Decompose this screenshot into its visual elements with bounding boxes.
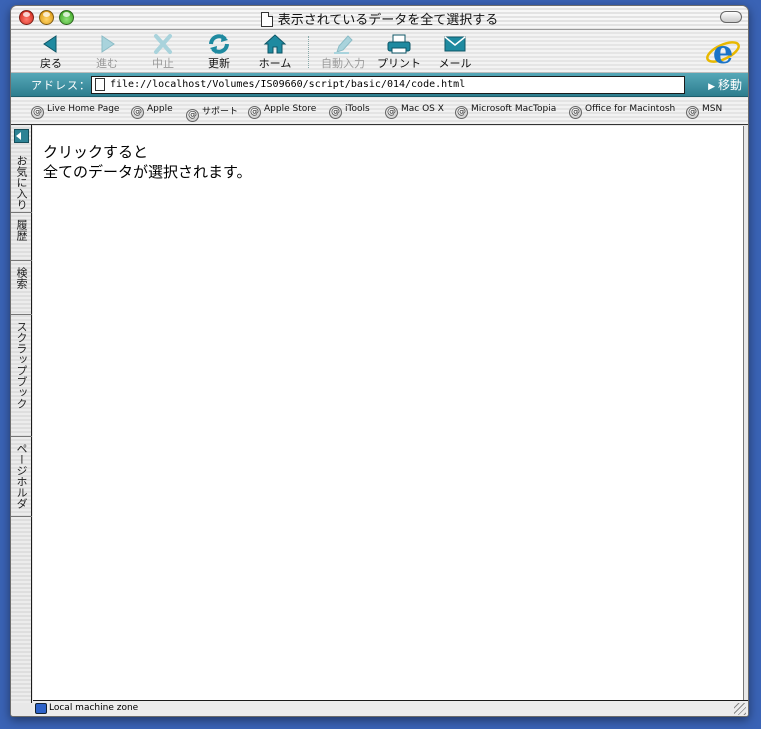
favorite-label: サポート	[202, 107, 239, 117]
go-button[interactable]: ▶ 移動	[708, 76, 742, 93]
stop-button[interactable]: 中止	[137, 33, 189, 71]
back-button[interactable]: 戻る	[25, 33, 77, 71]
at-globe-icon: @	[131, 106, 144, 119]
favorite-label: iTools	[345, 104, 370, 114]
at-globe-icon: @	[455, 106, 468, 119]
favorite-link[interactable]: @ MSN	[686, 104, 722, 119]
address-field[interactable]: file://localhost/Volumes/IS09660/script/…	[91, 76, 685, 94]
status-bar: Local machine zone	[33, 700, 748, 716]
address-label: アドレス：	[31, 79, 91, 92]
at-globe-icon: @	[385, 106, 398, 119]
svg-text:e: e	[713, 33, 733, 70]
favorite-link[interactable]: @ Mac OS X	[385, 104, 444, 119]
page-text-line-2: 全てのデータが選択されます。	[43, 163, 252, 181]
sidebar-tab-search[interactable]: 検索	[11, 261, 32, 315]
favorites-bar: @ Live Home Page @ Apple @ サポート @ Apple Stor…	[11, 98, 748, 125]
toolbar-collapse-button[interactable]	[720, 11, 742, 23]
page-content[interactable]: クリックすると 全てのデータが選択されます。	[33, 126, 744, 700]
autofill-label: 自動入力	[321, 57, 365, 70]
favorite-link[interactable]: @ サポート	[186, 104, 238, 122]
go-arrow-icon: ▶	[708, 82, 715, 92]
print-label: プリント	[377, 57, 421, 70]
printer-icon	[387, 34, 411, 54]
security-zone-text: Local machine zone	[49, 703, 139, 713]
mail-label: メール	[438, 57, 472, 70]
favorite-link[interactable]: @ Microsoft MacTopia	[455, 104, 556, 119]
forward-label: 進む	[96, 57, 118, 70]
page-text: クリックすると 全てのデータが選択されます。	[43, 142, 252, 182]
window-title-wrap: 表示されているデータを全て選択する	[11, 9, 748, 28]
refresh-button[interactable]: 更新	[193, 33, 245, 71]
back-arrow-icon	[43, 35, 57, 53]
go-label: 移動	[717, 78, 742, 92]
security-zone-icon	[35, 703, 47, 714]
favorite-label: Mac OS X	[401, 104, 444, 114]
browser-window: 表示されているデータを全て選択する 戻る 進む 中止 更新 ホーム 自動入力 プ…	[10, 5, 749, 717]
sidebar-tab-favorites[interactable]: お気に入り	[11, 149, 32, 213]
sidebar-tab-scrapbook[interactable]: スクラップブック	[11, 315, 32, 437]
at-globe-icon: @	[329, 106, 342, 119]
print-button[interactable]: プリント	[373, 33, 425, 71]
explorer-sidebar: お気に入り 履歴 検索 スクラップブック ページホルダ	[11, 125, 32, 703]
at-globe-icon: @	[248, 106, 261, 119]
favorite-label: Live Home Page	[47, 104, 120, 114]
favorite-label: Apple	[147, 104, 173, 114]
envelope-icon	[444, 36, 466, 52]
forward-arrow-icon	[101, 35, 115, 53]
ie-logo-icon: e	[706, 33, 740, 70]
address-bar: アドレス： file://localhost/Volumes/IS09660/s…	[11, 73, 748, 97]
stop-x-icon	[154, 34, 172, 54]
favorite-link[interactable]: @ Apple	[131, 104, 173, 119]
stop-label: 中止	[152, 57, 174, 70]
at-globe-icon: @	[186, 109, 199, 122]
favorite-label: Office for Macintosh	[585, 104, 676, 114]
autofill-pen-icon	[334, 35, 353, 54]
favorite-link[interactable]: @ Live Home Page	[31, 104, 119, 119]
at-globe-icon: @	[686, 106, 699, 119]
back-label: 戻る	[40, 57, 62, 70]
favorite-link[interactable]: @ iTools	[329, 104, 370, 119]
home-label: ホーム	[258, 57, 292, 70]
toolbar: 戻る 進む 中止 更新 ホーム 自動入力 プリント メール e	[11, 30, 748, 73]
favorite-label: Microsoft MacTopia	[471, 104, 557, 114]
title-bar[interactable]: 表示されているデータを全て選択する	[11, 6, 748, 30]
document-icon	[260, 12, 273, 27]
address-url: file://localhost/Volumes/IS09660/script/…	[110, 79, 466, 90]
page-text-line-1: クリックすると	[43, 143, 149, 161]
favorite-label: MSN	[702, 104, 723, 114]
favorite-link[interactable]: @ Apple Store	[248, 104, 316, 119]
favorite-link[interactable]: @ Office for Macintosh	[569, 104, 675, 119]
sidebar-tab-page-holder[interactable]: ページホルダ	[11, 437, 32, 517]
sidebar-tab-history[interactable]: 履歴	[11, 213, 32, 261]
mail-button[interactable]: メール	[429, 33, 481, 71]
at-globe-icon: @	[31, 106, 44, 119]
favorite-label: Apple Store	[264, 104, 317, 114]
forward-button[interactable]: 進む	[81, 33, 133, 71]
at-globe-icon: @	[569, 106, 582, 119]
home-button[interactable]: ホーム	[249, 33, 301, 71]
sidebar-toggle-icon[interactable]	[14, 129, 29, 143]
page-document-icon	[95, 78, 105, 91]
toolbar-separator	[308, 36, 309, 68]
autofill-button[interactable]: 自動入力	[317, 33, 369, 71]
home-icon	[263, 34, 287, 54]
resize-grip-icon[interactable]	[734, 703, 746, 715]
refresh-icon	[209, 34, 229, 54]
window-title: 表示されているデータを全て選択する	[277, 13, 499, 28]
refresh-label: 更新	[208, 57, 230, 70]
